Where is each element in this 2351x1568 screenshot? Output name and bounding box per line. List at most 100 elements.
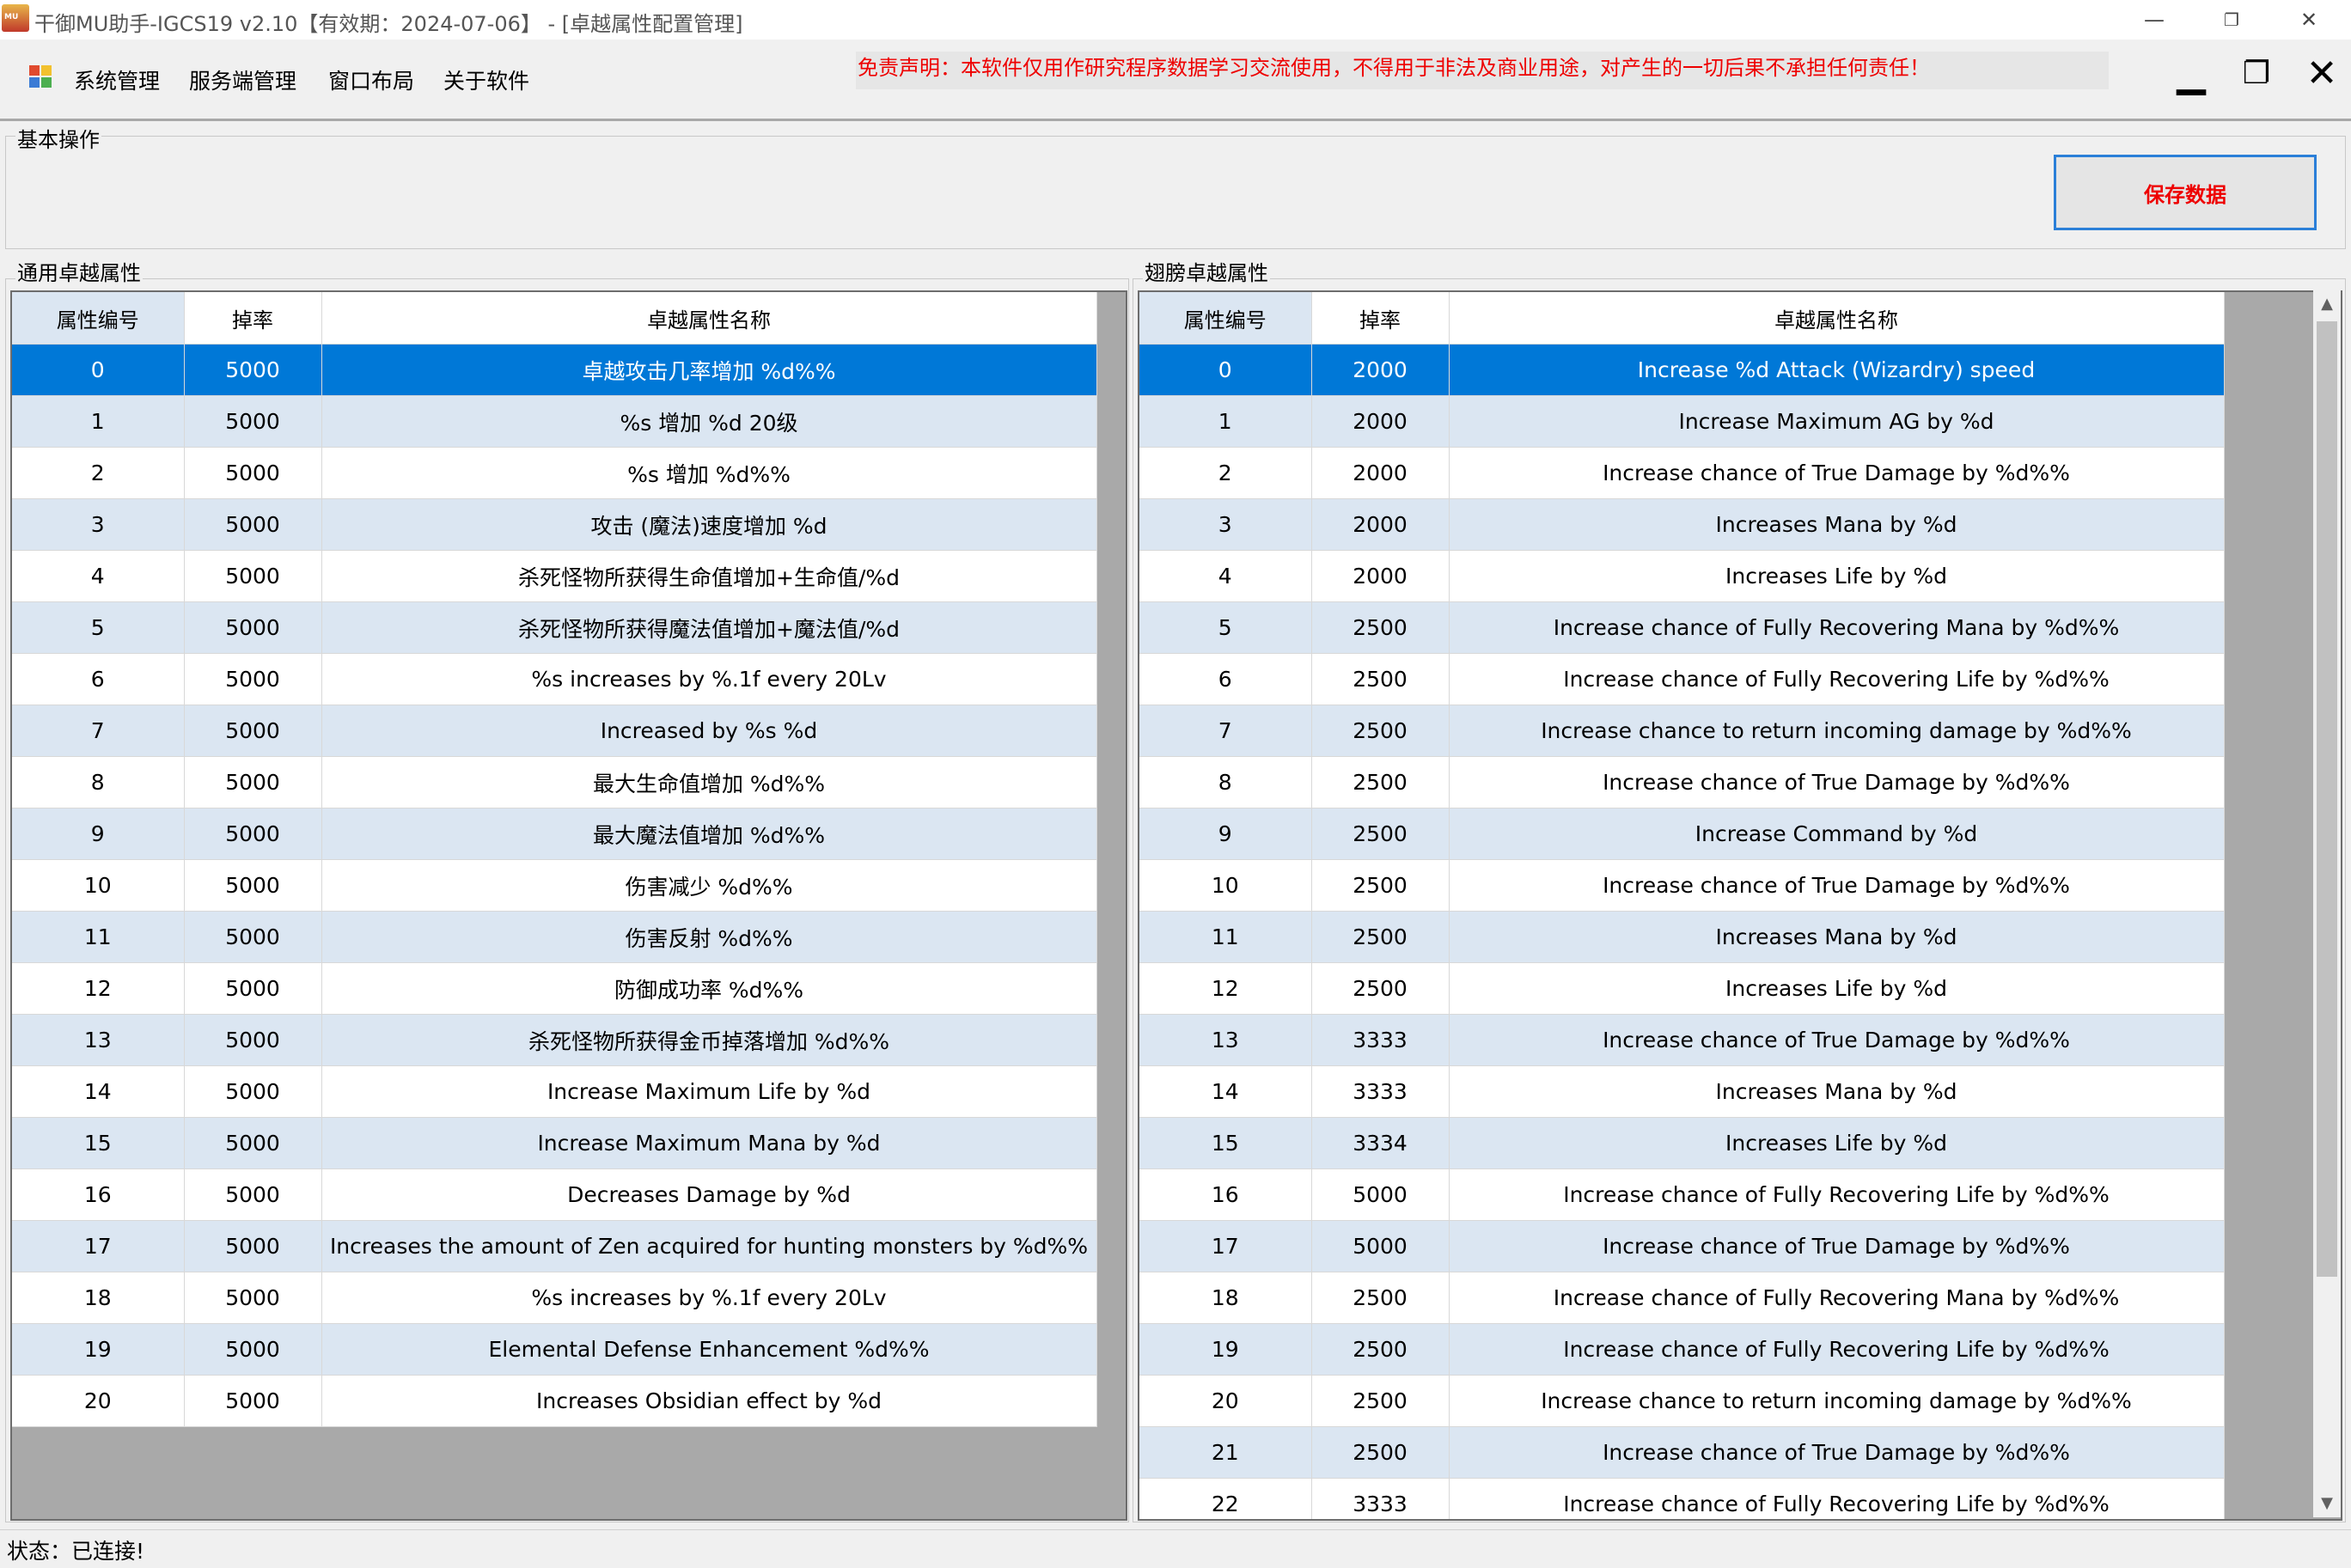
cell-id[interactable]: 7 xyxy=(1139,705,1312,757)
cell-rate[interactable]: 5000 xyxy=(184,447,322,499)
window-minimize-button[interactable]: — xyxy=(2116,0,2193,40)
cell-id[interactable]: 21 xyxy=(1139,1426,1312,1479)
table-row[interactable]: 18 2500 Increase chance of Fully Recoverin… xyxy=(1139,1272,2225,1324)
cell-name[interactable]: Increase chance of Fully Recovering Mana… xyxy=(1449,1272,2225,1324)
table-row[interactable]: 14 3333 Increases Mana by %d xyxy=(1139,1065,2225,1118)
table-row[interactable]: 11 2500 Increases Mana by %d xyxy=(1139,911,2225,963)
cell-id[interactable]: 15 xyxy=(12,1117,185,1169)
cell-rate[interactable]: 5000 xyxy=(184,859,322,912)
table-row[interactable]: 13 3333 Increase chance of True Damage by … xyxy=(1139,1014,2225,1066)
table-row[interactable]: 8 5000 最大生命值增加 %d%% xyxy=(12,756,1097,808)
col-header-id[interactable]: 属性编号 xyxy=(12,292,185,345)
cell-name[interactable]: %s 增加 %d 20级 xyxy=(321,395,1097,448)
cell-rate[interactable]: 5000 xyxy=(1311,1220,1450,1272)
table-row[interactable]: 10 2500 Increase chance of True Damage by … xyxy=(1139,859,2225,912)
table-row[interactable]: 5 5000 杀死怪物所获得魔法值增加+魔法值/%d xyxy=(12,601,1097,654)
cell-name[interactable]: Increase chance to return incoming damag… xyxy=(1449,705,2225,757)
cell-name[interactable]: Increase %d Attack (Wizardry) speed xyxy=(1449,344,2225,396)
cell-rate[interactable]: 5000 xyxy=(184,1168,322,1221)
cell-name[interactable]: Increases Obsidian effect by %d xyxy=(321,1375,1097,1427)
table-row[interactable]: 10 5000 伤害减少 %d%% xyxy=(12,859,1097,912)
cell-id[interactable]: 20 xyxy=(1139,1375,1312,1427)
table-row[interactable]: 17 5000 Increase chance of True Damage by … xyxy=(1139,1220,2225,1272)
cell-rate[interactable]: 5000 xyxy=(184,498,322,551)
table-row[interactable]: 14 5000 Increase Maximum Life by %d xyxy=(12,1065,1097,1118)
cell-rate[interactable]: 2500 xyxy=(1311,808,1450,860)
cell-rate[interactable]: 5000 xyxy=(184,395,322,448)
save-data-button[interactable]: 保存数据 xyxy=(2054,155,2317,230)
cell-name[interactable]: Increase Maximum AG by %d xyxy=(1449,395,2225,448)
cell-id[interactable]: 20 xyxy=(12,1375,185,1427)
table-row[interactable]: 17 5000 Increases the amount of Zen acquir… xyxy=(12,1220,1097,1272)
cell-rate[interactable]: 5000 xyxy=(184,550,322,602)
table-row[interactable]: 22 3333 Increase chance of Fully Recoverin… xyxy=(1139,1478,2225,1519)
cell-id[interactable]: 10 xyxy=(1139,859,1312,912)
cell-name[interactable]: 最大生命值增加 %d%% xyxy=(321,756,1097,808)
wing-grid-scrollbar[interactable]: ▲ ▼ xyxy=(2313,290,2341,1517)
cell-id[interactable]: 19 xyxy=(12,1323,185,1376)
cell-rate[interactable]: 2500 xyxy=(1311,911,1450,963)
table-row[interactable]: 19 5000 Elemental Defense Enhancement %d%% xyxy=(12,1323,1097,1376)
cell-id[interactable]: 0 xyxy=(12,344,185,396)
cell-name[interactable]: Increases Life by %d xyxy=(1449,550,2225,602)
cell-id[interactable]: 17 xyxy=(1139,1220,1312,1272)
cell-rate[interactable]: 5000 xyxy=(184,344,322,396)
table-row[interactable]: 2 2000 Increase chance of True Damage by %… xyxy=(1139,447,2225,499)
cell-name[interactable]: Increase chance of True Damage by %d%% xyxy=(1449,1220,2225,1272)
table-row[interactable]: 3 2000 Increases Mana by %d xyxy=(1139,498,2225,551)
window-restore-button[interactable]: ❐ xyxy=(2193,0,2270,40)
table-row[interactable]: 11 5000 伤害反射 %d%% xyxy=(12,911,1097,963)
cell-name[interactable]: %s increases by %.1f every 20Lv xyxy=(321,653,1097,705)
cell-name[interactable]: Increase chance of Fully Recovering Mana… xyxy=(1449,601,2225,654)
cell-id[interactable]: 10 xyxy=(12,859,185,912)
cell-id[interactable]: 3 xyxy=(1139,498,1312,551)
table-row[interactable]: 1 5000 %s 增加 %d 20级 xyxy=(12,395,1097,448)
cell-name[interactable]: Increase chance of True Damage by %d%% xyxy=(1449,756,2225,808)
col-header-name[interactable]: 卓越属性名称 xyxy=(1449,292,2225,345)
mdi-close-button[interactable]: ✕ xyxy=(2301,55,2342,96)
cell-id[interactable]: 18 xyxy=(12,1272,185,1324)
cell-rate[interactable]: 5000 xyxy=(184,653,322,705)
cell-rate[interactable]: 5000 xyxy=(184,1323,322,1376)
cell-rate[interactable]: 2500 xyxy=(1311,1323,1450,1376)
table-row[interactable]: 9 2500 Increase Command by %d xyxy=(1139,808,2225,860)
general-attr-grid[interactable]: 属性编号 掉率 卓越属性名称 0 5000 卓越攻击几率增加 %d%% 1 5000 %s… xyxy=(10,290,1127,1521)
cell-rate[interactable]: 5000 xyxy=(184,705,322,757)
cell-id[interactable]: 11 xyxy=(1139,911,1312,963)
cell-id[interactable]: 8 xyxy=(12,756,185,808)
scroll-thumb[interactable] xyxy=(2317,321,2337,1277)
cell-rate[interactable]: 2500 xyxy=(1311,705,1450,757)
cell-name[interactable]: Decreases Damage by %d xyxy=(321,1168,1097,1221)
cell-name[interactable]: 杀死怪物所获得生命值增加+生命值/%d xyxy=(321,550,1097,602)
cell-name[interactable]: Elemental Defense Enhancement %d%% xyxy=(321,1323,1097,1376)
cell-rate[interactable]: 5000 xyxy=(184,1375,322,1427)
cell-name[interactable]: Increase chance of Fully Recovering Life… xyxy=(1449,1478,2225,1519)
cell-id[interactable]: 22 xyxy=(1139,1478,1312,1519)
table-row[interactable]: 15 5000 Increase Maximum Mana by %d xyxy=(12,1117,1097,1169)
cell-id[interactable]: 14 xyxy=(1139,1065,1312,1118)
cell-name[interactable]: Increases Life by %d xyxy=(1449,1117,2225,1169)
cell-rate[interactable]: 5000 xyxy=(184,1065,322,1118)
col-header-id[interactable]: 属性编号 xyxy=(1139,292,1312,345)
table-row[interactable]: 1 2000 Increase Maximum AG by %d xyxy=(1139,395,2225,448)
cell-name[interactable]: 杀死怪物所获得金币掉落增加 %d%% xyxy=(321,1014,1097,1066)
cell-rate[interactable]: 2500 xyxy=(1311,1272,1450,1324)
cell-name[interactable]: 杀死怪物所获得魔法值增加+魔法值/%d xyxy=(321,601,1097,654)
table-row[interactable]: 16 5000 Increase chance of Fully Recoverin… xyxy=(1139,1168,2225,1221)
table-row[interactable]: 6 2500 Increase chance of Fully Recovering… xyxy=(1139,653,2225,705)
table-row[interactable]: 13 5000 杀死怪物所获得金币掉落增加 %d%% xyxy=(12,1014,1097,1066)
cell-name[interactable]: 伤害减少 %d%% xyxy=(321,859,1097,912)
cell-rate[interactable]: 5000 xyxy=(184,808,322,860)
cell-name[interactable]: Increase chance of Fully Recovering Life… xyxy=(1449,1168,2225,1221)
cell-id[interactable]: 6 xyxy=(12,653,185,705)
menu-system[interactable]: 系统管理 xyxy=(74,64,160,95)
table-row[interactable]: 16 5000 Decreases Damage by %d xyxy=(12,1168,1097,1221)
cell-id[interactable]: 16 xyxy=(12,1168,185,1221)
scroll-down-icon[interactable]: ▼ xyxy=(2313,1490,2341,1517)
table-row[interactable]: 5 2500 Increase chance of Fully Recovering… xyxy=(1139,601,2225,654)
cell-rate[interactable]: 3333 xyxy=(1311,1478,1450,1519)
cell-id[interactable]: 1 xyxy=(12,395,185,448)
cell-name[interactable]: Increase Maximum Life by %d xyxy=(321,1065,1097,1118)
cell-name[interactable]: 攻击 (魔法)速度增加 %d xyxy=(321,498,1097,551)
cell-rate[interactable]: 3333 xyxy=(1311,1065,1450,1118)
